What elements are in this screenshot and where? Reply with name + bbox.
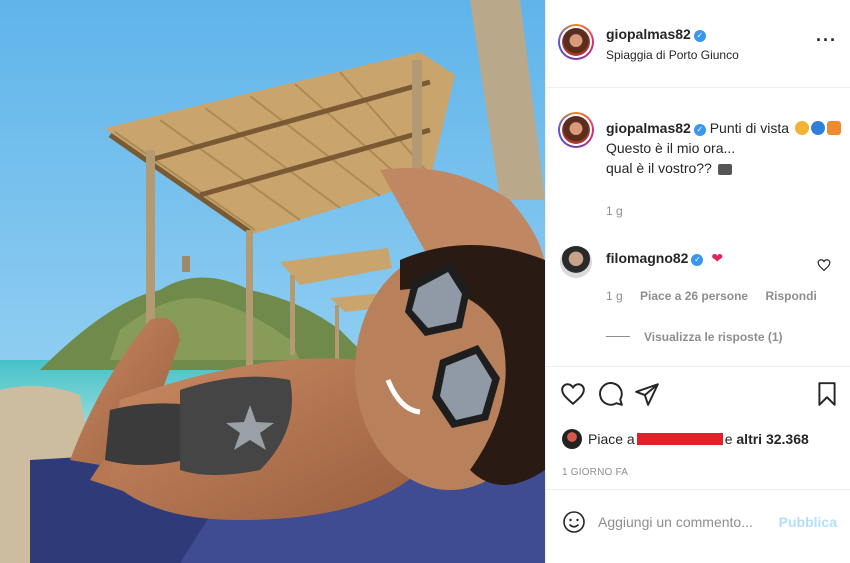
likes-summary: Piace a e altri 32.368 xyxy=(562,429,809,449)
comment-meta: 1 g Piace a 26 persone Rispondi xyxy=(606,289,831,303)
verified-badge-icon: ✓ xyxy=(693,30,706,42)
beach-umbrella-emoji-icon xyxy=(717,164,732,175)
more-options-icon[interactable]: ··· xyxy=(816,30,837,51)
comment-text: filomagno82 ✓ ❤ xyxy=(606,250,723,267)
post-timestamp[interactable]: 1 GIORNO FA xyxy=(562,467,628,478)
like-heart-icon[interactable] xyxy=(560,381,586,407)
publish-button[interactable]: Pubblica xyxy=(779,514,837,530)
likes-others-count[interactable]: altri 32.368 xyxy=(736,431,808,447)
likes-connector: e xyxy=(724,431,733,447)
caption-line-1: Punti di vista xyxy=(709,120,790,136)
divider-dash xyxy=(606,336,630,337)
redacted-username xyxy=(636,433,723,445)
comment-time[interactable]: 1 g xyxy=(606,289,623,303)
save-bookmark-icon[interactable] xyxy=(814,381,840,407)
heart-eyes-emoji-icon xyxy=(794,121,809,135)
caption-line-3: qual è il vostro?? xyxy=(606,160,712,176)
post-location[interactable]: Spiaggia di Porto Giunco xyxy=(606,48,739,62)
comment-likes-count[interactable]: Piace a 26 persone xyxy=(640,289,748,303)
author-avatar[interactable] xyxy=(558,24,594,60)
comment-like-heart-icon[interactable] xyxy=(817,258,831,272)
fish-emoji-icon xyxy=(826,121,841,135)
likes-prefix: Piace a xyxy=(588,431,635,447)
post-photo[interactable] xyxy=(0,0,545,563)
emoji-smiley-icon[interactable] xyxy=(562,510,586,534)
commenter-username[interactable]: filomagno82 xyxy=(606,250,688,266)
author-username-text[interactable]: giopalmas82 xyxy=(606,26,691,42)
comment-bubble-icon[interactable] xyxy=(598,381,624,407)
caption-author-avatar[interactable] xyxy=(558,112,594,148)
caption-text: giopalmas82 ✓ Punti di vista Questo è il … xyxy=(606,118,841,178)
verified-badge-icon: ✓ xyxy=(691,254,704,266)
share-paper-plane-icon[interactable] xyxy=(634,381,660,407)
view-replies-button[interactable]: Visualizza le risposte (1) xyxy=(606,330,783,344)
post-sidebar: giopalmas82 ✓ Spiaggia di Porto Giunco ··… xyxy=(545,0,850,563)
post-header: giopalmas82 ✓ Spiaggia di Porto Giunco ··… xyxy=(546,0,850,88)
red-heart-emoji: ❤ xyxy=(711,250,724,266)
liker-avatar[interactable] xyxy=(562,429,582,449)
commenter-avatar[interactable] xyxy=(560,246,592,278)
add-comment-bar: Pubblica xyxy=(546,489,850,563)
reply-button[interactable]: Rispondi xyxy=(765,289,816,303)
verified-badge-icon: ✓ xyxy=(693,124,706,136)
comment-input[interactable] xyxy=(598,512,778,532)
caption-time[interactable]: 1 g xyxy=(606,204,623,218)
author-username[interactable]: giopalmas82 ✓ xyxy=(606,26,706,42)
caption-line-2: Questo è il mio ora... xyxy=(606,140,736,156)
blue-heart-emoji-icon xyxy=(810,121,825,135)
caption-username[interactable]: giopalmas82 xyxy=(606,120,691,136)
beach-selfie-image xyxy=(0,0,545,563)
view-replies-label[interactable]: Visualizza le risposte (1) xyxy=(644,330,783,344)
